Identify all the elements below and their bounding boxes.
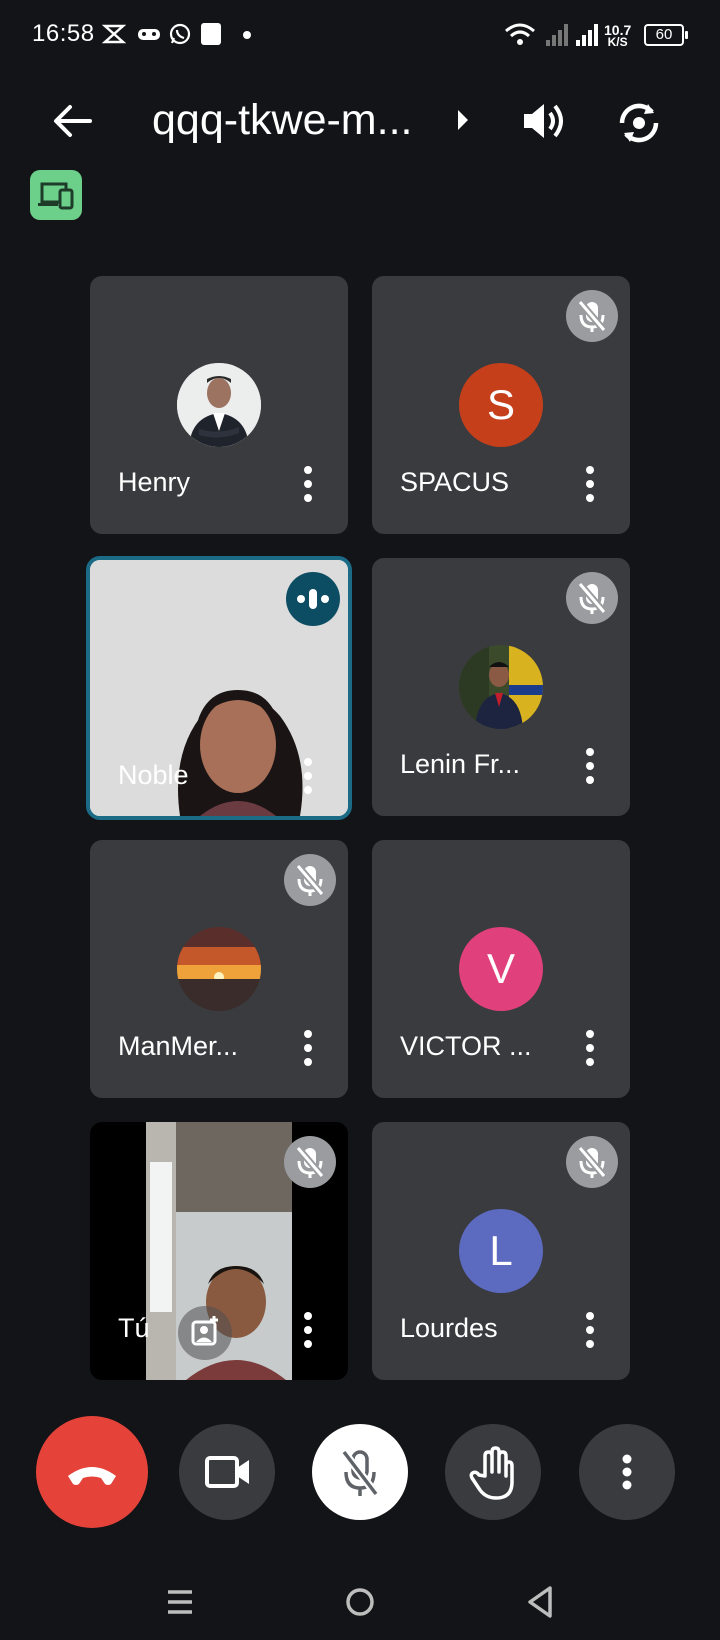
app-square-icon <box>201 23 221 45</box>
visual-effects-button[interactable] <box>178 1306 232 1360</box>
lenin-profile-photo <box>459 645 543 729</box>
raise-hand-icon <box>469 1446 514 1500</box>
battery-indicator: 60 <box>644 24 688 46</box>
meeting-title[interactable]: qqq-tkwe-m... <box>152 92 412 148</box>
devices-icon <box>38 182 74 210</box>
avatar <box>459 645 543 729</box>
avatar <box>177 363 261 447</box>
sunset-profile-photo <box>177 927 261 1011</box>
avatar <box>177 927 261 1011</box>
participant-name: Lenin Fr... <box>400 749 521 779</box>
mic-toggle-button[interactable] <box>312 1424 408 1520</box>
participant-tile-noble[interactable]: Noble <box>86 556 352 820</box>
participant-tile-henry[interactable]: Henry <box>90 276 348 534</box>
participant-tile-lourdes[interactable]: L Lourdes <box>372 1122 630 1380</box>
participant-tile-lenin[interactable]: Lenin Fr... <box>372 558 630 816</box>
more-vert-icon[interactable] <box>578 1026 602 1070</box>
camera-toggle-button[interactable] <box>179 1424 275 1520</box>
end-call-icon <box>68 1467 116 1485</box>
participant-name: Lourdes <box>400 1313 498 1343</box>
participant-tile-spacus[interactable]: S SPACUS <box>372 276 630 534</box>
more-vert-icon[interactable] <box>578 744 602 788</box>
mic-off-icon <box>566 290 618 342</box>
participant-name: SPACUS <box>400 467 510 497</box>
mic-off-icon <box>566 572 618 624</box>
mic-off-icon <box>284 854 336 906</box>
signal-sim1-icon <box>546 24 568 46</box>
back-nav-button[interactable] <box>520 1582 560 1622</box>
participant-name: Noble <box>118 760 189 790</box>
audio-level-icon <box>297 589 329 609</box>
more-vert-icon[interactable] <box>296 1308 320 1352</box>
participant-name: VICTOR ... <box>400 1031 532 1061</box>
wifi-icon <box>505 23 535 45</box>
more-vert-icon[interactable] <box>578 462 602 506</box>
gamepad-icon <box>138 29 160 40</box>
caret-right-icon[interactable] <box>454 108 472 132</box>
whatsapp-icon <box>169 23 191 45</box>
participant-tile-self[interactable]: Tú <box>90 1122 348 1380</box>
switch-camera-button[interactable] <box>612 96 666 150</box>
speaker-button[interactable] <box>518 96 568 146</box>
network-speed-unit: K/S <box>607 35 628 49</box>
back-button[interactable] <box>50 98 96 144</box>
raise-hand-button[interactable] <box>445 1424 541 1520</box>
mic-off-icon <box>340 1449 380 1497</box>
participant-tile-victor[interactable]: V VICTOR ... <box>372 840 630 1098</box>
more-options-button[interactable] <box>579 1424 675 1520</box>
more-vert-icon[interactable] <box>296 754 320 798</box>
avatar: L <box>459 1209 543 1293</box>
avatar: V <box>459 927 543 1011</box>
more-vert-icon <box>622 1454 632 1490</box>
mic-off-icon <box>284 1136 336 1188</box>
more-vert-icon[interactable] <box>578 1308 602 1352</box>
person-effects-icon <box>191 1316 218 1346</box>
mic-off-icon <box>566 1136 618 1188</box>
participant-name: Tú <box>118 1313 150 1343</box>
avatar: S <box>459 363 543 447</box>
participant-name: Henry <box>118 467 191 497</box>
companion-device-button[interactable] <box>30 170 82 220</box>
network-speed: 10.7 K/S <box>604 23 631 49</box>
more-vert-icon[interactable] <box>296 462 320 506</box>
speaking-indicator <box>286 572 340 626</box>
camera-icon <box>205 1456 249 1488</box>
recent-apps-button[interactable] <box>160 1582 200 1622</box>
status-time: 16:58 <box>32 20 95 47</box>
henry-profile-photo <box>177 363 261 447</box>
home-button[interactable] <box>340 1582 380 1622</box>
participant-tile-manmer[interactable]: ManMer... <box>90 840 348 1098</box>
more-vert-icon[interactable] <box>296 1026 320 1070</box>
app-notification-icon <box>102 24 126 44</box>
end-call-button[interactable] <box>36 1416 148 1528</box>
signal-sim2-icon <box>576 24 598 46</box>
participant-name: ManMer... <box>118 1031 239 1061</box>
more-notifications-dot-icon <box>243 31 251 39</box>
status-bar: 16:58 10.7 K/S 60 <box>0 0 720 72</box>
